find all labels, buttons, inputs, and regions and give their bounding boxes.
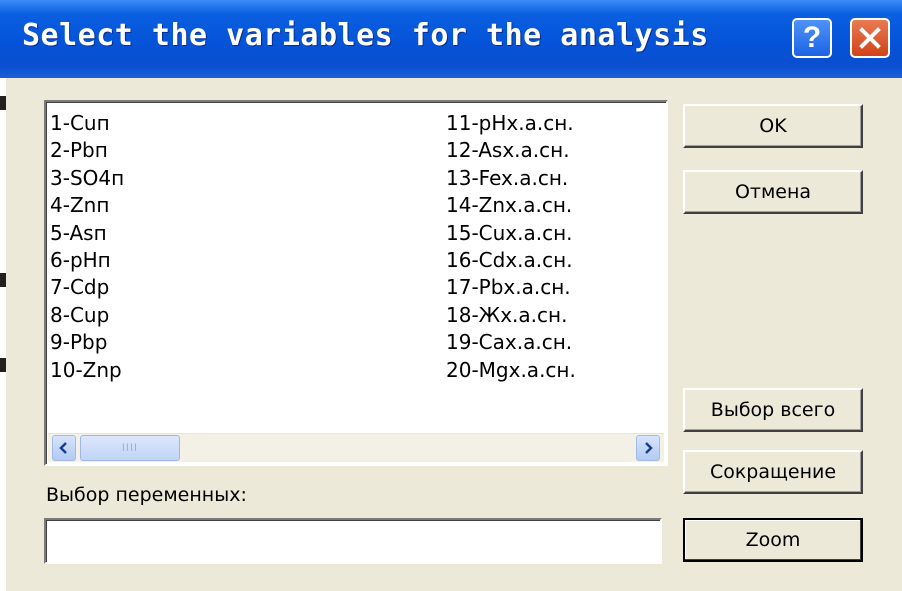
list-item[interactable]: 14-Znx.a.сн. [446,192,576,219]
list-item[interactable]: 16-Cdx.a.сн. [446,247,576,274]
list-item[interactable]: 8-Cup [50,302,124,329]
list-item[interactable]: 11-pHx.a.сн. [446,110,576,137]
abbreviation-button[interactable]: Сокращение [683,450,863,494]
list-item[interactable]: 9-Pbp [50,329,124,356]
scroll-right-button[interactable] [636,435,660,461]
list-item[interactable]: 19-Cax.a.сн. [446,329,576,356]
ok-button[interactable]: OK [683,104,863,148]
variable-listbox[interactable]: 1-Cuп 2-Pbп 3-SO4п 4-Znп 5-Asп 6-pHп 7-C… [44,100,668,466]
list-column-1: 1-Cuп 2-Pbп 3-SO4п 4-Znп 5-Asп 6-pHп 7-C… [50,110,124,384]
list-item[interactable]: 20-Mgx.a.сн. [446,357,576,384]
selection-label: Выбор переменных: [46,484,247,506]
list-item[interactable]: 6-pHп [50,247,124,274]
list-item[interactable]: 12-Asx.a.сн. [446,137,576,164]
close-icon [859,27,881,49]
list-item[interactable]: 17-Pbx.a.сн. [446,274,576,301]
list-item[interactable]: 3-SO4п [50,165,124,192]
scroll-right-icon [645,442,653,454]
dialog-title: Select the variables for the analysis [22,18,709,53]
list-item[interactable]: 15-Cux.a.сн. [446,220,576,247]
list-item[interactable]: 5-Asп [50,220,124,247]
list-item[interactable]: 10-Znp [50,357,124,384]
edge-mark [0,96,6,110]
scroll-left-icon [59,442,67,454]
window-edge [0,78,6,591]
list-item[interactable]: 7-Cdp [50,274,124,301]
list-item[interactable]: 2-Pbп [50,137,124,164]
selected-variables-field[interactable] [44,518,662,564]
title-bar[interactable]: Select the variables for the analysis ? [0,0,902,78]
list-column-2: 11-pHx.a.сн. 12-Asx.a.сн. 13-Fex.a.сн. 1… [446,110,576,384]
select-all-button[interactable]: Выбор всего [683,388,863,432]
scroll-left-button[interactable] [52,435,76,461]
edge-mark [0,358,6,372]
help-icon: ? [802,21,822,54]
list-item[interactable]: 4-Znп [50,192,124,219]
list-item[interactable]: 1-Cuп [50,110,124,137]
edge-mark [0,273,6,287]
variable-selection-dialog: Select the variables for the analysis ? … [0,0,902,591]
list-item[interactable]: 13-Fex.a.сн. [446,165,576,192]
cancel-button[interactable]: Отмена [683,170,863,214]
close-button[interactable] [850,18,890,58]
scroll-thumb[interactable]: IIII [80,435,180,461]
list-item[interactable]: 18-Жx.a.сн. [446,302,576,329]
grip-icon: IIII [121,442,139,454]
horizontal-scrollbar[interactable]: IIII [48,433,664,462]
zoom-button[interactable]: Zoom [683,518,863,562]
help-button[interactable]: ? [792,18,832,58]
